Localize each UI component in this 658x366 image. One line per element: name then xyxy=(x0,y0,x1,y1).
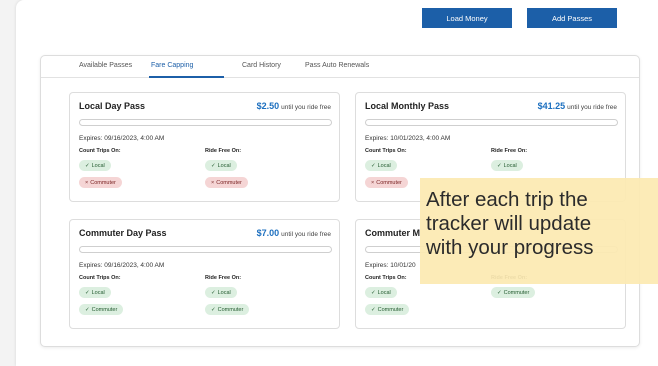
mode-chip: ✓ Local xyxy=(205,287,237,298)
chip-label: Local xyxy=(503,162,517,169)
tooltip-line: tracker will update xyxy=(426,212,592,235)
chip-label: Commuter xyxy=(90,179,116,186)
tooltip-text: After each trip the tracker will update … xyxy=(426,188,658,260)
pass-card: Local Day Pass $2.50 until you ride free Ex… xyxy=(69,92,340,202)
pass-price: $41.25 until you ride free xyxy=(538,101,617,111)
ride-free-label: Ride Free On: xyxy=(491,148,528,154)
check-icon: ✓ xyxy=(211,306,216,313)
amount-remaining: $7.00 xyxy=(256,228,280,238)
pass-card: Commuter Day Pass $7.00 until you ride fre… xyxy=(69,219,340,329)
chip-label: Local xyxy=(217,162,231,169)
pass-name: Local Day Pass xyxy=(79,101,146,111)
mode-chip: × Commuter xyxy=(365,177,408,188)
amount-remaining: $2.50 xyxy=(256,101,280,111)
active-tab-indicator xyxy=(149,76,224,78)
pass-name: Local Monthly Pass xyxy=(365,101,450,111)
chip-label: Local xyxy=(91,289,105,296)
expires-text: Expires: 10/01/2023, 4:00 AM xyxy=(365,135,451,142)
check-icon: ✓ xyxy=(85,162,90,169)
mode-chip: ✓ Local xyxy=(79,160,111,171)
tab-fare-capping[interactable]: Fare Capping xyxy=(151,62,193,69)
chip-label: Commuter xyxy=(377,306,404,313)
mode-chip: × Commuter xyxy=(79,177,122,188)
pass-price: $7.00 until you ride free xyxy=(257,228,331,238)
mode-chip: ✓ Local xyxy=(365,160,397,171)
count-trips-label: Count Trips On: xyxy=(79,275,121,281)
check-icon: ✓ xyxy=(497,289,502,296)
x-icon: × xyxy=(371,179,375,186)
chip-label: Commuter xyxy=(91,306,118,313)
x-icon: × xyxy=(85,179,89,186)
progress-bar xyxy=(79,119,332,126)
check-icon: ✓ xyxy=(211,289,216,296)
mode-chip: ✓ Commuter xyxy=(79,304,124,315)
chip-label: Commuter xyxy=(376,179,402,186)
tab-available-passes[interactable]: Available Passes xyxy=(79,62,132,69)
tab-pass-auto-renewals[interactable]: Pass Auto Renewals xyxy=(305,62,369,69)
tab-bar: Available Passes Fare Capping Card Histo… xyxy=(41,56,639,78)
amount-remaining: $41.25 xyxy=(537,101,566,111)
check-icon: ✓ xyxy=(371,306,376,313)
check-icon: ✓ xyxy=(371,162,376,169)
pass-price: $2.50 until you ride free xyxy=(257,101,331,111)
mode-chip: ✓ Commuter xyxy=(365,304,410,315)
tooltip-line: After each trip the xyxy=(426,188,588,211)
pass-name: Commuter M xyxy=(365,228,421,238)
until-free-label: until you ride free xyxy=(281,231,331,238)
progress-bar xyxy=(365,119,618,126)
check-icon: ✓ xyxy=(371,289,376,296)
check-icon: ✓ xyxy=(211,162,216,169)
mode-chip: ✓ Local xyxy=(79,287,111,298)
tab-card-history[interactable]: Card History xyxy=(242,62,281,69)
chip-label: Local xyxy=(91,162,105,169)
load-money-button[interactable]: Load Money xyxy=(422,8,512,28)
mode-chip: ✓ Local xyxy=(365,287,397,298)
tooltip-line: with your progress xyxy=(426,236,594,259)
expires-text: Expires: 09/16/2023, 4:00 AM xyxy=(79,262,165,269)
expires-text: Expires: 09/16/2023, 4:00 AM xyxy=(79,135,165,142)
progress-bar xyxy=(79,246,332,253)
count-trips-label: Count Trips On: xyxy=(79,148,121,154)
expires-text: Expires: 10/01/20 xyxy=(365,262,416,269)
chip-label: Commuter xyxy=(217,306,244,313)
ride-free-label: Ride Free On: xyxy=(205,275,242,281)
count-trips-label: Count Trips On: xyxy=(365,148,407,154)
check-icon: ✓ xyxy=(497,162,502,169)
pass-name: Commuter Day Pass xyxy=(79,228,167,238)
ride-free-label: Ride Free On: xyxy=(205,148,242,154)
check-icon: ✓ xyxy=(85,306,90,313)
chip-label: Commuter xyxy=(503,289,530,296)
mode-chip: ✓ Local xyxy=(491,160,523,171)
x-icon: × xyxy=(211,179,215,186)
mode-chip: ✓ Commuter xyxy=(205,304,250,315)
until-free-label: until you ride free xyxy=(281,104,331,111)
mode-chip: ✓ Local xyxy=(205,160,237,171)
until-free-label: until you ride free xyxy=(567,104,617,111)
mode-chip: ✓ Commuter xyxy=(491,287,536,298)
chip-label: Local xyxy=(217,289,231,296)
chip-label: Commuter xyxy=(216,179,242,186)
add-passes-button[interactable]: Add Passes xyxy=(527,8,617,28)
chip-label: Local xyxy=(377,289,391,296)
check-icon: ✓ xyxy=(85,289,90,296)
mode-chip: × Commuter xyxy=(205,177,248,188)
count-trips-label: Count Trips On: xyxy=(365,275,407,281)
chip-label: Local xyxy=(377,162,391,169)
